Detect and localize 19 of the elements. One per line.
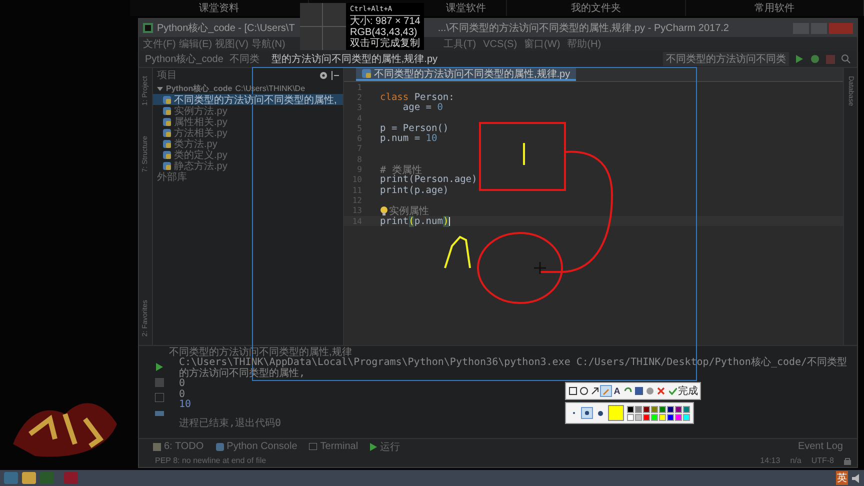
pixel-color: RGB(43,43,43) — [350, 27, 418, 38]
console-output: 0 — [179, 390, 186, 400]
window-title: Python核心_code - [C:\Users\T — [157, 22, 295, 35]
code-line: print(p.num) — [380, 216, 449, 227]
code-line: # 类属性 — [380, 164, 422, 176]
code-line: print(Person.age) — [380, 174, 478, 186]
code-line: print(p.age) — [380, 184, 449, 196]
console-output: 10 — [179, 400, 192, 410]
code-line: 实例属性 — [389, 204, 429, 217]
window-title: ...\不同类型的方法访问不同类型的属性,规律.py - PyCharm 2017.2 — [438, 22, 729, 35]
console-output: 0 — [179, 379, 186, 390]
capture-hint: 双击可完成复制 — [350, 38, 420, 49]
status-message: PEP 8: no newline at end of file — [155, 456, 266, 465]
code-line: class Person: — [380, 92, 454, 103]
code-line: p = Person() — [380, 122, 449, 134]
console-output: 进程已结束,退出代码0 — [179, 418, 282, 429]
code-line: age = 0 — [402, 102, 443, 114]
code-line: p.num = 10 — [380, 133, 438, 144]
selection-size: 大小: 987 × 714 — [350, 16, 420, 27]
